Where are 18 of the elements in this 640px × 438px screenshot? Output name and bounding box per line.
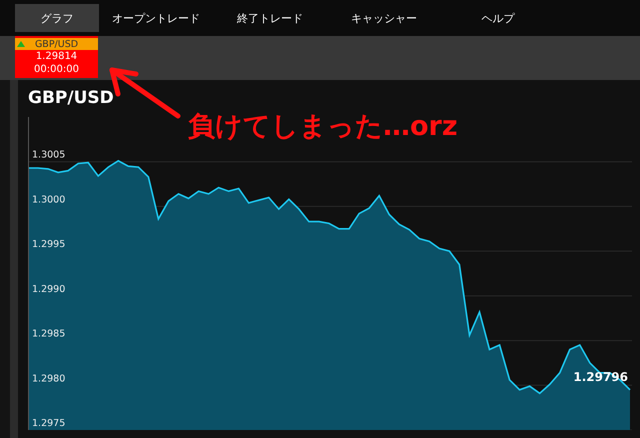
y-axis-label: 1.2990 xyxy=(32,284,66,295)
ticker-card[interactable]: GBP/USD 1.29814 00:00:00 xyxy=(15,36,98,78)
nav-tab[interactable]: ヘルプ xyxy=(443,4,553,32)
chart-title: GBP/USD xyxy=(28,87,114,110)
ticker-price: 1.29814 xyxy=(36,50,78,63)
y-axis-label: 1.3000 xyxy=(32,194,66,206)
y-axis-label: 1.3005 xyxy=(32,150,66,161)
annotation-text: 負けてしまった…orz xyxy=(188,110,458,144)
y-axis-label: 1.2995 xyxy=(32,239,66,250)
y-axis-label: 1.2980 xyxy=(32,373,66,384)
nav-tab[interactable]: グラフ xyxy=(15,4,99,32)
ticker-symbol: GBP/USD xyxy=(34,38,78,50)
ticker-time: 00:00:00 xyxy=(34,63,79,76)
y-axis-label: 1.2975 xyxy=(32,418,66,429)
nav-tab[interactable]: オープントレード xyxy=(101,4,211,32)
nav-tab[interactable]: 終了トレード xyxy=(215,4,325,32)
nav-tab[interactable]: キャッシャー xyxy=(329,4,439,32)
y-axis-label: 1.2985 xyxy=(32,328,66,340)
